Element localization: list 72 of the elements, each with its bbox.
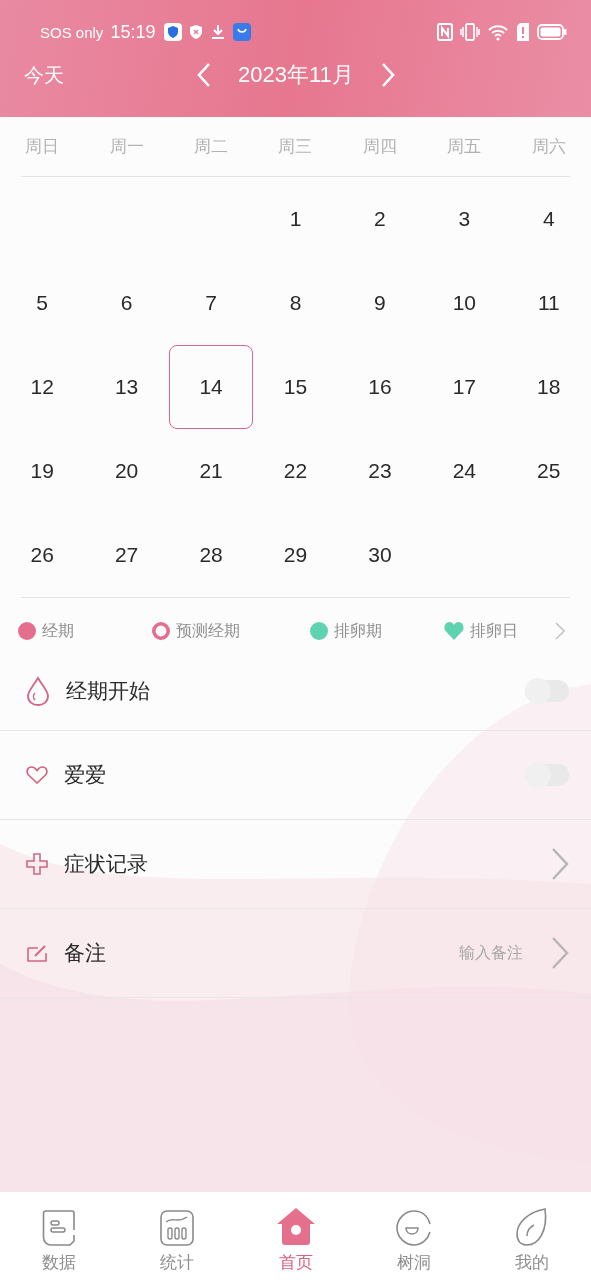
calendar-day[interactable]: 5 bbox=[0, 261, 85, 345]
calendar-day[interactable]: 12 bbox=[0, 345, 85, 429]
edit-icon bbox=[26, 943, 48, 963]
legend-label: 排卵期 bbox=[334, 620, 382, 642]
leaf-icon bbox=[514, 1208, 549, 1246]
calendar-day[interactable]: 17 bbox=[422, 345, 507, 429]
calendar-day[interactable]: 13 bbox=[84, 345, 169, 429]
smiley-icon bbox=[395, 1210, 432, 1246]
chart-icon bbox=[160, 1210, 195, 1246]
calendar-day[interactable]: 16 bbox=[337, 345, 422, 429]
sim-alert-icon bbox=[516, 23, 530, 41]
record-label: 爱爱 bbox=[64, 762, 106, 789]
document-icon bbox=[42, 1210, 77, 1246]
chevron-right-icon[interactable] bbox=[555, 622, 565, 640]
month-title: 2023年11月 bbox=[238, 61, 354, 89]
calendar-day[interactable]: 27 bbox=[84, 513, 169, 597]
weekday-label: 周日 bbox=[25, 135, 60, 158]
weekday-label: 周一 bbox=[109, 135, 144, 158]
shield-icon bbox=[189, 24, 204, 40]
calendar-day[interactable]: 20 bbox=[84, 429, 169, 513]
calendar-day[interactable]: 4 bbox=[506, 177, 591, 261]
calendar-day[interactable]: 23 bbox=[337, 429, 422, 513]
calendar-day[interactable]: 11 bbox=[506, 261, 591, 345]
chevron-right-icon[interactable] bbox=[551, 936, 569, 970]
drop-icon bbox=[26, 676, 50, 706]
calendar-day[interactable]: 10 bbox=[422, 261, 507, 345]
next-month-icon[interactable] bbox=[379, 62, 396, 88]
legend-label: 经期 bbox=[42, 620, 74, 642]
clock: 15:19 bbox=[110, 21, 156, 43]
legend-label: 预测经期 bbox=[176, 620, 240, 642]
vibrate-icon bbox=[460, 23, 480, 41]
wifi-icon bbox=[487, 23, 509, 41]
calendar-day[interactable]: 19 bbox=[0, 429, 85, 513]
calendar-day[interactable]: 2 bbox=[337, 177, 422, 261]
calendar-day[interactable]: 25 bbox=[506, 429, 591, 513]
carrier-text: SOS only bbox=[40, 23, 104, 41]
legend-label: 排卵日 bbox=[470, 620, 518, 642]
calendar-day[interactable]: 9 bbox=[337, 261, 422, 345]
calendar-day[interactable]: 1 bbox=[253, 177, 338, 261]
previous-month-icon[interactable] bbox=[196, 62, 212, 88]
calendar-day[interactable]: 8 bbox=[253, 261, 338, 345]
calendar-day[interactable]: 18 bbox=[506, 345, 591, 429]
calendar-day[interactable]: 29 bbox=[253, 513, 338, 597]
chevron-right-icon[interactable] bbox=[551, 847, 569, 881]
weekday-label: 周六 bbox=[531, 135, 566, 158]
calendar-day[interactable]: 21 bbox=[169, 429, 254, 513]
calendar-day[interactable]: 24 bbox=[422, 429, 507, 513]
heart-icon bbox=[26, 765, 48, 785]
record-label: 症状记录 bbox=[64, 851, 148, 878]
weekday-label: 周二 bbox=[194, 135, 229, 158]
calendar-day[interactable]: 15 bbox=[253, 345, 338, 429]
calendar-day[interactable]: 26 bbox=[0, 513, 85, 597]
record-label: 经期开始 bbox=[66, 678, 150, 705]
calendar-day[interactable]: 6 bbox=[84, 261, 169, 345]
weekday-label: 周三 bbox=[278, 135, 313, 158]
nav-tab[interactable]: 首页 bbox=[236, 1206, 355, 1272]
download-icon bbox=[210, 24, 227, 40]
home-icon bbox=[275, 1206, 316, 1246]
record-label: 备注 bbox=[64, 940, 106, 967]
calendar-day[interactable]: 14 bbox=[169, 345, 254, 429]
plus-icon bbox=[26, 853, 48, 875]
nfc-icon bbox=[437, 23, 453, 41]
shield-icon bbox=[164, 23, 183, 41]
calendar-day[interactable]: 30 bbox=[337, 513, 422, 597]
calendar-day[interactable]: 7 bbox=[169, 261, 254, 345]
calendar-day[interactable]: 22 bbox=[253, 429, 338, 513]
weekday-label: 周五 bbox=[447, 135, 482, 158]
bag-icon bbox=[233, 23, 252, 41]
calendar-day[interactable]: 28 bbox=[169, 513, 254, 597]
calendar-day[interactable]: 3 bbox=[422, 177, 507, 261]
weekday-label: 周四 bbox=[362, 135, 397, 158]
battery-icon bbox=[537, 24, 567, 40]
